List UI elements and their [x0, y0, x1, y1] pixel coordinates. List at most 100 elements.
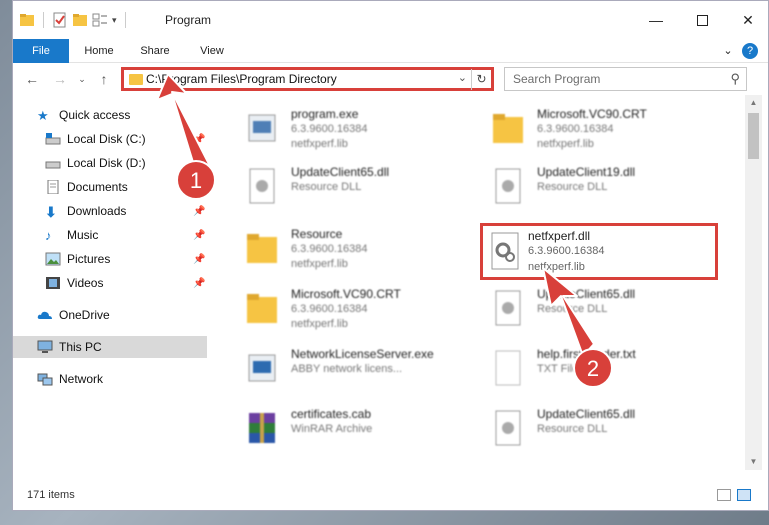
file-item[interactable]: Resource 6.3.9600.16384 netfxperf.lib [237, 221, 467, 279]
tab-share[interactable]: Share [131, 39, 179, 63]
drive-icon [45, 161, 61, 169]
file-item[interactable]: UpdateClient65.dll Resource DLL [483, 401, 713, 459]
file-detail: Resource DLL [537, 181, 608, 193]
close-icon: ✕ [742, 11, 754, 28]
pin-icon[interactable]: 📌 [193, 278, 205, 289]
item-count: 171 items [27, 489, 75, 501]
customize-toolbar-icon[interactable] [92, 12, 108, 28]
file-item[interactable]: NetworkLicenseServer.exe ABBY network li… [237, 341, 467, 399]
file-name: certificates.cab [291, 407, 372, 421]
vertical-scrollbar[interactable]: ▲ ▼ [745, 95, 762, 470]
help-icon[interactable]: ? [742, 43, 758, 59]
details-view-icon[interactable] [717, 489, 731, 501]
file-item[interactable]: Microsoft.VC90.CRT 6.3.9600.16384 netfxp… [237, 281, 467, 339]
video-icon [46, 277, 60, 289]
file-name: Resource [291, 227, 343, 241]
file-item[interactable]: UpdateClient65.dll Resource DLL [483, 281, 713, 339]
properties-icon[interactable] [52, 12, 68, 28]
status-bar: 171 items [13, 470, 768, 510]
sidebar-item-label: Local Disk (D:) [67, 156, 146, 170]
chevron-down-icon[interactable]: ⌄ [458, 71, 467, 84]
folder-icon [247, 234, 277, 263]
file-detail: 6.3.9600.16384 [291, 243, 368, 255]
sidebar-item-this-pc[interactable]: This PC [13, 336, 207, 358]
dll-icon [495, 290, 521, 326]
file-item[interactable]: certificates.cab WinRAR Archive [237, 401, 467, 459]
sidebar-item-label: Network [59, 372, 104, 386]
minimize-icon: — [649, 12, 663, 28]
refresh-icon[interactable]: ↻ [471, 69, 491, 90]
file-item[interactable]: Microsoft.VC90.CRT 6.3.9600.16384 netfxp… [483, 101, 713, 159]
file-detail: 6.3.9600.16384 [291, 303, 368, 315]
callout-badge-2: 2 [573, 348, 613, 388]
toolbar-separator [43, 12, 44, 28]
file-item[interactable]: UpdateClient19.dll Resource DLL [483, 159, 713, 217]
exe-icon [248, 114, 276, 142]
sidebar-item-music[interactable]: ♪ Music 📌 [13, 224, 207, 246]
search-input[interactable]: Search Program ⚲ [504, 67, 747, 91]
sidebar-item-local-disk-c[interactable]: Local Disk (C:) 📌 [13, 128, 207, 150]
music-icon: ♪ [45, 228, 52, 243]
highlighted-file-item[interactable]: netfxperf.dll 6.3.9600.16384 netfxperf.l… [480, 223, 718, 280]
file-detail: netfxperf.lib [291, 138, 348, 150]
pin-icon[interactable]: 📌 [193, 230, 205, 241]
close-button[interactable]: ✕ [725, 1, 769, 39]
picture-icon [45, 252, 61, 266]
sidebar-item-pictures[interactable]: Pictures 📌 [13, 248, 207, 270]
ribbon: File Home Share View ⌄ ? [13, 39, 768, 63]
dll-icon [495, 168, 521, 204]
file-name: program.exe [291, 107, 359, 121]
address-row: ← → ⌄ ↑ C:\Program Files\Program Directo… [13, 63, 768, 95]
folder-icon [129, 74, 143, 85]
recent-locations-button[interactable]: ⌄ [73, 70, 91, 88]
large-icons-view-icon[interactable] [737, 489, 751, 501]
sidebar-item-label: Documents [67, 180, 128, 194]
minimize-button[interactable]: — [633, 1, 679, 39]
sidebar-item-quick-access[interactable]: ★ Quick access [13, 104, 207, 126]
address-bar[interactable]: C:\Program Files\Program Directory ⌄ ↻ [121, 67, 494, 91]
scroll-up-icon[interactable]: ▲ [745, 95, 762, 111]
forward-button[interactable]: → [51, 70, 69, 88]
file-name: netfxperf.dll [528, 229, 591, 243]
pin-icon[interactable]: 📌 [193, 254, 205, 265]
file-list: program.exe 6.3.9600.16384 netfxperf.lib… [209, 95, 745, 470]
sidebar-item-downloads[interactable]: ⬇ Downloads 📌 [13, 200, 207, 222]
tab-view[interactable]: View [189, 39, 235, 63]
new-folder-icon[interactable] [72, 12, 88, 28]
sidebar-item-label: Pictures [67, 252, 111, 266]
sidebar-item-onedrive[interactable]: OneDrive [13, 304, 207, 326]
address-path[interactable]: C:\Program Files\Program Directory [146, 72, 337, 86]
scrollbar-thumb[interactable] [748, 113, 759, 159]
chevron-down-icon: ⌄ [78, 74, 86, 84]
up-button[interactable]: ↑ [95, 70, 113, 88]
back-button[interactable]: ← [23, 70, 41, 88]
file-detail: Resource DLL [291, 181, 362, 193]
forward-arrow-icon: → [53, 71, 67, 87]
folder-icon [20, 14, 34, 26]
title-bar: ▾ Program — ✕ [13, 1, 768, 39]
file-detail: 6.3.9600.16384 [528, 245, 605, 257]
scroll-down-icon[interactable]: ▼ [745, 454, 762, 470]
archive-icon [249, 413, 275, 443]
search-icon[interactable]: ⚲ [730, 71, 740, 87]
maximize-button[interactable] [679, 1, 725, 39]
star-icon: ★ [37, 108, 49, 123]
pin-icon[interactable]: 📌 [193, 134, 205, 145]
drive-icon [45, 133, 61, 145]
file-detail: Resource DLL [537, 423, 608, 435]
callout-badge-1: 1 [176, 160, 216, 200]
file-item[interactable]: UpdateClient65.dll Resource DLL [237, 159, 467, 217]
expand-ribbon-icon[interactable]: ⌄ [720, 43, 736, 59]
chevron-down-icon[interactable]: ▾ [112, 15, 117, 26]
txt-icon [495, 350, 521, 386]
sidebar-item-videos[interactable]: Videos 📌 [13, 272, 207, 294]
tab-home[interactable]: Home [75, 39, 123, 63]
up-arrow-icon: ↑ [100, 71, 108, 87]
file-item[interactable]: program.exe 6.3.9600.16384 netfxperf.lib [237, 101, 467, 159]
sidebar-item-network[interactable]: Network [13, 368, 207, 390]
file-detail: netfxperf.lib [528, 261, 585, 273]
tab-file[interactable]: File [13, 39, 69, 63]
gear-file-icon [491, 232, 519, 270]
explorer-window: ▾ Program — ✕ File Home Share View ⌄ ? ←… [12, 0, 769, 511]
pin-icon[interactable]: 📌 [193, 206, 205, 217]
